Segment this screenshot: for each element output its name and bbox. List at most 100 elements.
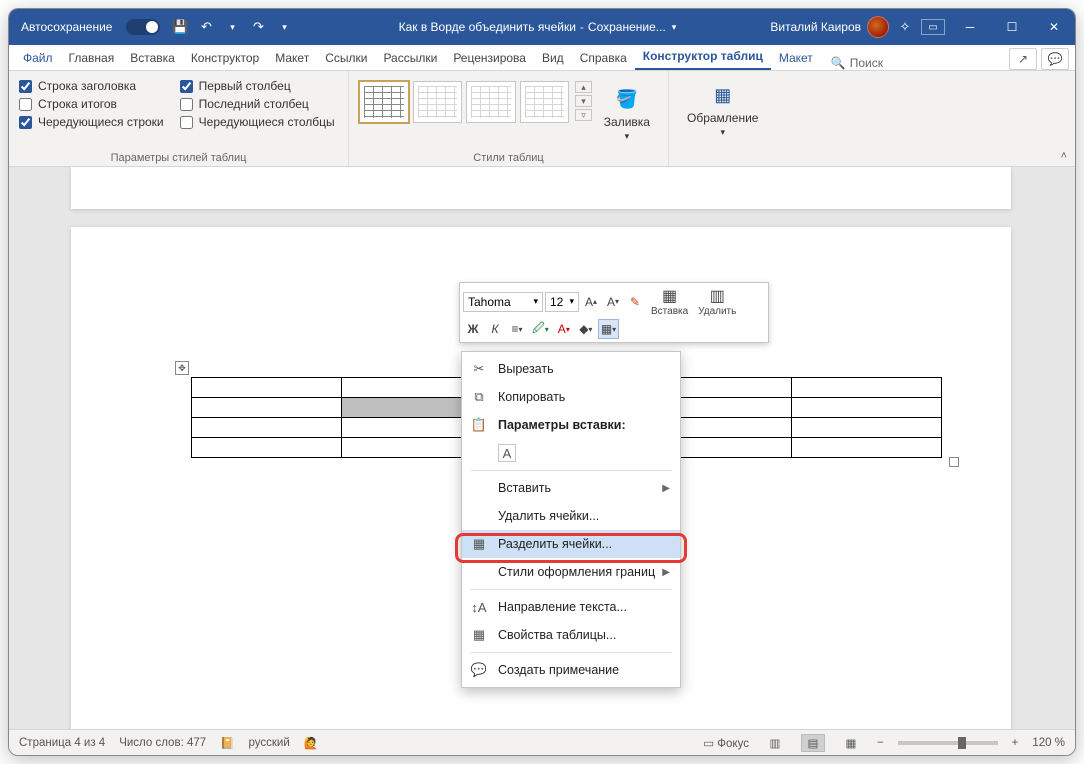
maximize-button[interactable]: ☐ [991, 9, 1033, 45]
chk-banded-cols[interactable]: Чередующиеся столбцы [180, 113, 335, 131]
zoom-out-button[interactable]: − [877, 737, 884, 749]
shrink-font-button[interactable]: A▾ [603, 292, 623, 312]
zoom-level[interactable]: 120 % [1032, 737, 1065, 749]
style-thumb-2[interactable] [413, 81, 463, 123]
close-button[interactable]: ✕ [1033, 9, 1075, 45]
chk-last-col[interactable]: Последний столбец [180, 95, 335, 113]
tab-design[interactable]: Конструктор [183, 46, 267, 70]
tab-layout[interactable]: Макет [267, 46, 317, 70]
tab-file[interactable]: Файл [15, 46, 61, 70]
italic-button[interactable]: К [485, 319, 505, 339]
zoom-slider[interactable] [898, 741, 998, 745]
chk-total-row[interactable]: Строка итогов [19, 95, 164, 113]
ribbon: Строка заголовка Строка итогов Чередующи… [9, 71, 1075, 167]
avatar[interactable] [867, 16, 889, 38]
tab-references[interactable]: Ссылки [317, 46, 375, 70]
tab-home[interactable]: Главная [61, 46, 123, 70]
redo-icon[interactable]: ↷ [248, 17, 268, 37]
chk-first-col[interactable]: Первый столбец [180, 77, 335, 95]
view-print-button[interactable]: ▤ [801, 734, 825, 752]
style-thumb-4[interactable] [520, 81, 570, 123]
group-table-style-options: Строка заголовка Строка итогов Чередующи… [9, 71, 349, 166]
mini-delete-button[interactable]: ▥Удалить [694, 286, 740, 317]
tab-help[interactable]: Справка [572, 46, 635, 70]
ctx-new-comment[interactable]: 💬Создать примечание [462, 656, 680, 684]
ctx-cut[interactable]: ✂Вырезать [462, 355, 680, 383]
ribbon-tabs: Файл Главная Вставка Конструктор Макет С… [9, 45, 1075, 71]
paste-keep-icon: A [498, 444, 516, 462]
font-size-field[interactable]: 12▾ [545, 292, 579, 312]
focus-mode[interactable]: ▭ Фокус [703, 736, 749, 750]
user-area: Виталий Каиров ✧ ▭ [770, 16, 949, 38]
borders-button[interactable]: ▦ Обрамление ▾ [679, 77, 766, 138]
ctx-delete-cells[interactable]: Удалить ячейки... [462, 502, 680, 530]
ctx-split-cells[interactable]: ▦Разделить ячейки... [462, 530, 680, 558]
status-words[interactable]: Число слов: 477 [119, 737, 206, 749]
ctx-paste-option-1[interactable]: A [462, 439, 680, 467]
grow-font-button[interactable]: A▴ [581, 292, 601, 312]
title-bar: Автосохранение 💾 ↶ ▾ ↷ ▾ Как в Ворде объ… [9, 9, 1075, 45]
collapse-ribbon-icon[interactable]: ˄ [1061, 150, 1067, 162]
page-prev [71, 167, 1011, 209]
group-label-styles: Стили таблиц [359, 150, 658, 164]
style-thumb-1[interactable] [359, 81, 409, 123]
table-move-handle[interactable]: ✥ [175, 361, 189, 375]
ctx-table-properties[interactable]: ▦Свойства таблицы... [462, 621, 680, 649]
borders-mini-button[interactable]: ▦▾ [598, 319, 619, 339]
ctx-border-styles[interactable]: Стили оформления границ▶ [462, 558, 680, 586]
autosave-label: Автосохранение [9, 20, 120, 34]
ctx-copy[interactable]: ⧉Копировать [462, 383, 680, 411]
minimize-button[interactable]: ─ [949, 9, 991, 45]
tab-review[interactable]: Рецензирова [445, 46, 534, 70]
search-box[interactable]: 🔍 Поиск [831, 56, 883, 70]
zoom-in-button[interactable]: + [1012, 737, 1019, 749]
status-language[interactable]: русский [248, 737, 289, 749]
chk-banded-rows[interactable]: Чередующиеся строки [19, 113, 164, 131]
delete-table-icon: ▥ [710, 286, 725, 306]
mini-toolbar: Tahoma▾ 12▾ A▴ A▾ ✎ ▦Вставка ▥Удалить Ж … [459, 282, 769, 343]
chk-header-row[interactable]: Строка заголовка [19, 77, 164, 95]
bold-button[interactable]: Ж [463, 319, 483, 339]
borders-icon: ▦ [708, 81, 738, 109]
tab-mailings[interactable]: Рассылки [375, 46, 445, 70]
ribbon-display-icon[interactable]: ▭ [921, 19, 945, 35]
font-name-field[interactable]: Tahoma▾ [463, 292, 543, 312]
save-icon[interactable]: 💾 [170, 17, 190, 37]
autosave-toggle[interactable] [126, 19, 160, 35]
quick-access-toolbar: 💾 ↶ ▾ ↷ ▾ [160, 17, 304, 37]
tab-insert[interactable]: Вставка [122, 46, 183, 70]
search-icon: 🔍 [831, 56, 846, 70]
share-button[interactable]: ↗ [1009, 48, 1037, 70]
tab-table-design[interactable]: Конструктор таблиц [635, 44, 771, 70]
undo-icon[interactable]: ↶ [196, 17, 216, 37]
title-dropdown-icon[interactable]: ▾ [672, 22, 677, 33]
insert-table-icon: ▦ [662, 286, 677, 306]
align-button[interactable]: ≡▾ [507, 319, 527, 339]
highlight-button[interactable]: 🖉▾ [529, 319, 552, 339]
accessibility-icon[interactable]: 🙋 [304, 736, 318, 750]
format-painter-button[interactable]: ✎ [625, 292, 645, 312]
undo-dropdown-icon[interactable]: ▾ [222, 17, 242, 37]
tab-view[interactable]: Вид [534, 46, 572, 70]
shading-button[interactable]: 🪣 Заливка ▾ [596, 81, 658, 142]
table-resize-handle[interactable] [949, 457, 959, 467]
document-title: Как в Ворде объединить ячейки - Сохранен… [304, 20, 770, 34]
group-label-options: Параметры стилей таблиц [19, 150, 338, 164]
split-cells-icon: ▦ [470, 535, 488, 553]
status-page[interactable]: Страница 4 из 4 [19, 737, 105, 749]
ctx-insert[interactable]: Вставить▶ [462, 474, 680, 502]
tab-table-layout[interactable]: Макет [771, 46, 821, 70]
style-thumb-3[interactable] [466, 81, 516, 123]
ctx-text-direction[interactable]: ↕AНаправление текста... [462, 593, 680, 621]
coming-soon-icon[interactable]: ✧ [895, 17, 915, 37]
bucket-icon: 🪣 [612, 85, 642, 113]
qat-customize-icon[interactable]: ▾ [274, 17, 294, 37]
view-read-button[interactable]: ▥ [763, 734, 787, 752]
font-color-button[interactable]: A▾ [554, 319, 574, 339]
spellcheck-icon[interactable]: 📔 [220, 736, 234, 750]
shading-mini-button[interactable]: ◆▾ [576, 319, 596, 339]
style-gallery-more[interactable]: ▴▾▿ [575, 81, 591, 121]
comments-button[interactable]: 💬 [1041, 48, 1069, 70]
mini-insert-button[interactable]: ▦Вставка [647, 286, 692, 317]
view-web-button[interactable]: ▦ [839, 734, 863, 752]
